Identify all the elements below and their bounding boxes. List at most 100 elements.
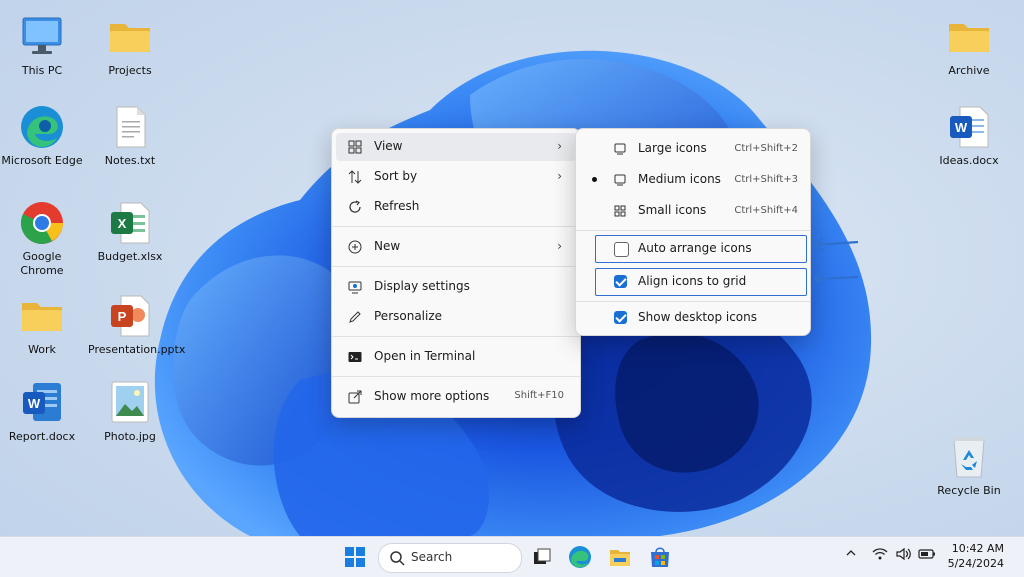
monitor-icon xyxy=(614,143,626,155)
wifi-icon[interactable] xyxy=(872,547,888,564)
submenu-item-medium-icons[interactable]: Medium icons Ctrl+Shift+3 xyxy=(578,166,808,194)
file-explorer-icon xyxy=(610,550,630,566)
chrome-icon xyxy=(19,200,65,246)
menu-separator xyxy=(576,301,810,302)
submenu-item-label: Large icons xyxy=(638,141,707,155)
taskbar-file-explorer-button[interactable] xyxy=(606,543,634,571)
sort-icon xyxy=(348,170,362,184)
annotation-highlight-box xyxy=(595,268,807,296)
search-icon xyxy=(390,551,405,566)
menu-separator xyxy=(332,266,580,267)
chevron-right-icon: › xyxy=(557,169,562,183)
submenu-item-small-icons[interactable]: Small icons Ctrl+Shift+4 xyxy=(578,197,808,225)
desktop-icon-label: Ideas.docx xyxy=(939,154,999,167)
menu-item-view[interactable]: View › xyxy=(336,133,576,161)
text-file-icon xyxy=(107,104,153,150)
clock-date: 5/24/2024 xyxy=(947,557,1004,570)
taskbar-edge-button[interactable] xyxy=(566,543,594,571)
plus-circle-icon xyxy=(348,240,362,254)
desktop-icon-label: Google Chrome xyxy=(20,250,64,277)
submenu-item-label: Show desktop icons xyxy=(638,310,758,324)
store-icon xyxy=(651,547,669,567)
desktop-icon-label: Notes.txt xyxy=(104,154,156,167)
folder-icon xyxy=(107,14,153,60)
monitor-icon xyxy=(614,174,626,186)
clock-time: 10:42 AM xyxy=(951,542,1004,555)
menu-item-refresh[interactable]: Refresh xyxy=(336,193,576,221)
desktop-icon-report-docx[interactable]: W Report.docx xyxy=(0,380,84,444)
desktop-icon-label: Recycle Bin xyxy=(937,484,1001,497)
show-hidden-icons-chevron-icon[interactable] xyxy=(845,547,857,562)
menu-item-show-more-options[interactable]: Show more options Shift+F10 xyxy=(336,383,576,411)
desktop-icon-label: This PC xyxy=(21,64,63,77)
desktop-icon-label: Report.docx xyxy=(8,430,76,443)
desktop-icon-presentation-pptx[interactable]: P Presentation.pptx xyxy=(88,293,185,357)
menu-item-open-in-terminal[interactable]: Open in Terminal xyxy=(336,343,576,371)
desktop-context-menu: View › Sort by › Refresh New › Display s… xyxy=(331,128,581,418)
chevron-right-icon: › xyxy=(557,239,562,253)
desktop-icon-label: Budget.xlsx xyxy=(97,250,163,263)
folder-icon xyxy=(19,293,65,339)
desktop-icon-ideas-docx[interactable]: W Ideas.docx xyxy=(927,104,1011,168)
desktop-icon-projects[interactable]: Projects xyxy=(88,14,172,78)
menu-item-label: Open in Terminal xyxy=(374,349,476,363)
powerpoint-icon: P xyxy=(107,293,153,339)
desktop-icon-label: Projects xyxy=(108,64,152,77)
share-icon xyxy=(348,390,362,404)
menu-item-new[interactable]: New › xyxy=(336,233,576,261)
edge-icon xyxy=(19,104,65,150)
desktop-icon-this-pc[interactable]: This PC xyxy=(0,14,84,78)
desktop-icon-budget-xlsx[interactable]: X Budget.xlsx xyxy=(88,200,172,264)
desktop-icon-work[interactable]: Work xyxy=(0,293,84,357)
search-placeholder: Search xyxy=(411,550,453,564)
menu-separator xyxy=(576,230,810,231)
checkbox-checked-icon[interactable] xyxy=(614,311,627,324)
menu-item-label: New xyxy=(374,239,401,253)
menu-item-sort-by[interactable]: Sort by › xyxy=(336,163,576,191)
recycle-bin-icon xyxy=(946,434,992,480)
refresh-icon xyxy=(348,200,362,214)
desktop-icon-recycle-bin[interactable]: Recycle Bin xyxy=(927,434,1011,498)
volume-icon[interactable] xyxy=(895,547,911,564)
edge-icon xyxy=(569,546,591,568)
menu-item-label: Personalize xyxy=(374,309,443,323)
task-view-button[interactable] xyxy=(528,543,556,571)
taskbar-clock[interactable]: 10:42 AM 5/24/2024 xyxy=(948,541,1004,571)
desktop-icon-google-chrome[interactable]: Google Chrome xyxy=(0,200,84,278)
svg-text:W: W xyxy=(28,396,41,411)
grid-icon xyxy=(348,140,362,154)
desktop-icon-photo-jpg[interactable]: Photo.jpg xyxy=(88,380,172,444)
annotation-arrow-icon xyxy=(813,271,859,286)
word-icon: W xyxy=(946,104,992,150)
annotation-highlight-box xyxy=(595,235,807,263)
desktop[interactable]: This PC Microsoft Edge Google Chrome Wor… xyxy=(0,0,1024,536)
submenu-item-show-desktop-icons[interactable]: Show desktop icons xyxy=(578,304,808,332)
selected-bullet-icon xyxy=(592,177,597,182)
taskbar-search-box[interactable]: Search xyxy=(378,543,522,573)
submenu-item-large-icons[interactable]: Large icons Ctrl+Shift+2 xyxy=(578,135,808,163)
submenu-item-label: Medium icons xyxy=(638,172,721,186)
start-button[interactable] xyxy=(341,543,369,571)
terminal-icon xyxy=(348,350,362,364)
menu-item-label: View xyxy=(374,139,403,153)
folder-icon xyxy=(946,14,992,60)
menu-separator xyxy=(332,376,580,377)
menu-item-label: Refresh xyxy=(374,199,420,213)
taskbar-store-button[interactable] xyxy=(646,543,674,571)
submenu-item-shortcut: Ctrl+Shift+3 xyxy=(734,174,798,185)
svg-text:W: W xyxy=(955,120,968,135)
menu-item-personalize[interactable]: Personalize xyxy=(336,303,576,331)
svg-text:P: P xyxy=(118,309,127,324)
menu-separator xyxy=(332,336,580,337)
desktop-icon-label: Archive xyxy=(948,64,990,77)
menu-item-display-settings[interactable]: Display settings xyxy=(336,273,576,301)
desktop-icon-notes-txt[interactable]: Notes.txt xyxy=(88,104,172,168)
menu-separator xyxy=(332,226,580,227)
grid-icon xyxy=(614,205,626,217)
menu-item-shortcut: Shift+F10 xyxy=(514,390,564,401)
menu-item-label: Display settings xyxy=(374,279,470,293)
menu-item-label: Sort by xyxy=(374,169,418,183)
desktop-icon-microsoft-edge[interactable]: Microsoft Edge xyxy=(0,104,84,168)
desktop-icon-archive[interactable]: Archive xyxy=(927,14,1011,78)
battery-icon[interactable] xyxy=(918,547,936,564)
